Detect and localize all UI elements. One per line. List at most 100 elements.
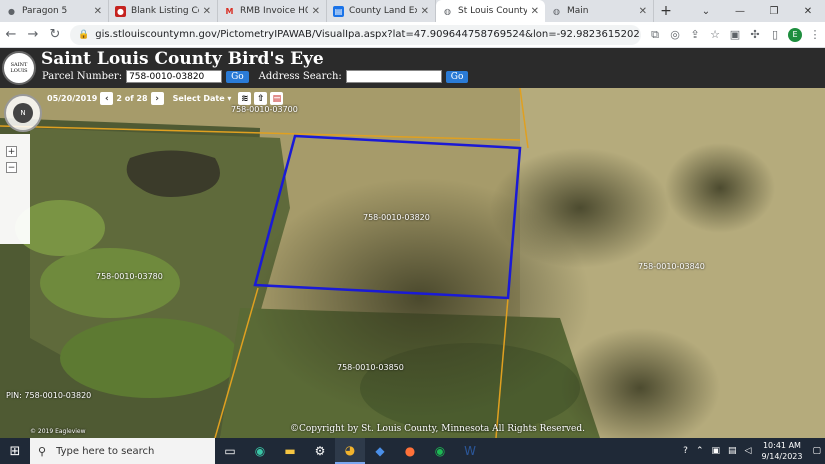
tab-blank-listing[interactable]: ● Blank Listing Contr ✕ [109,0,218,22]
parcel-label-03780: 758-0010-03780 [96,272,163,281]
minimize-icon[interactable]: — [723,0,757,22]
address-go-button[interactable]: Go [445,70,469,83]
menu-kebab-icon[interactable]: ⋮ [805,25,825,45]
record-icon: ● [115,5,126,17]
page-title: Saint Louis County Bird's Eye [41,49,324,69]
tab-label: Main [567,6,589,16]
edge-icon[interactable]: ◉ [245,438,275,464]
tray-app-icon[interactable]: ▣ [708,446,725,456]
parcel-label-03840: 758-0010-03840 [638,262,705,271]
parcel-go-button[interactable]: Go [226,70,249,83]
zoom-out-button[interactable]: − [6,162,17,173]
profile-avatar[interactable]: E [788,27,802,42]
taskbar-search[interactable]: ⚲ Type here to search [30,438,215,464]
county-logo: SAINT LOUIS [2,51,36,85]
clock-time: 10:41 AM [762,441,801,450]
notification-icon[interactable]: ▢ [808,446,825,456]
compass-control[interactable]: N [4,94,42,132]
search-icon: ⚲ [38,444,47,458]
tab-rmb-invoice[interactable]: M RMB Invoice H011 ✕ [218,0,327,22]
search-placeholder: Type here to search [56,445,155,457]
file-explorer-icon[interactable]: ▬ [275,438,305,464]
tab-label: St Louis County [458,6,527,16]
tab-label: RMB Invoice H011 [240,6,308,16]
task-view-icon[interactable]: ▭ [215,438,245,464]
volume-icon[interactable]: ◁ [741,446,756,456]
settings-gear-icon[interactable]: ⚙ [305,438,335,464]
restore-icon[interactable]: ❐ [757,0,791,22]
extensions-puzzle-icon[interactable]: ✣ [745,25,765,45]
search-row: Parcel Number: Go Address Search: Go [42,70,478,83]
address-bar[interactable]: 🔒 gis.stlouiscountymn.gov/PictometryIPAW… [70,24,641,45]
chevron-down-icon[interactable]: ⌄ [689,0,723,22]
address-label: Address Search: [258,71,342,82]
compass-north-icon: N [13,103,33,123]
parcel-label-03820: 758-0010-03820 [363,213,430,222]
extension-badge-icon[interactable]: ▣ [725,25,745,45]
close-icon[interactable]: ✕ [421,6,429,17]
close-icon[interactable]: ✕ [531,6,539,17]
tab-label: County Land Explo [349,6,417,16]
reload-icon[interactable]: ↻ [44,24,66,46]
map-side-panel: + − [0,134,30,244]
parcel-number-input[interactable] [126,70,223,83]
aerial-map[interactable]: + − N 05/20/2019 ‹ 2 of 28 › Select Date… [0,88,825,438]
window-controls: ⌄ — ❐ ✕ [689,0,825,22]
new-tab-button[interactable]: + [654,0,678,22]
bookmark-star-icon[interactable]: ☆ [705,25,725,45]
map-icon: ▤ [333,5,344,17]
tab-label: Blank Listing Contr [131,6,199,16]
upload-icon[interactable]: ⇧ [254,92,268,105]
system-tray: ? ⌃ ▣ ▤ ◁ 10:41 AM 9/14/2023 ▢ [679,438,825,464]
close-icon[interactable]: ✕ [312,6,320,17]
paragon-icon: ● [8,6,15,16]
tab-county-land[interactable]: ▤ County Land Explo ✕ [327,0,436,22]
globe-icon: ◍ [553,6,560,16]
network-icon[interactable]: ▤ [724,446,741,456]
parcel-label-03850: 758-0010-03850 [337,363,404,372]
url-text: gis.stlouiscountymn.gov/PictometryIPAWAB… [95,29,641,40]
close-window-icon[interactable]: ✕ [791,0,825,22]
close-icon[interactable]: ✕ [94,6,102,17]
tab-st-louis-county[interactable]: ◍ St Louis County ✕ [436,0,545,22]
copyright-notice: ©Copyright by St. Louis County, Minnesot… [290,424,585,434]
lock-icon: 🔒 [78,29,90,40]
imagery-provider: © 2019 Eagleview [30,428,86,435]
zoom-in-button[interactable]: + [6,146,17,157]
select-date-dropdown[interactable]: Select Date ▾ [173,94,232,103]
sidebar-icon[interactable]: ▯ [765,25,785,45]
map-toolbar: 05/20/2019 ‹ 2 of 28 › Select Date ▾ ≋ ⇧… [47,92,284,105]
layers-icon[interactable]: ≋ [238,92,252,105]
open-in-app-icon[interactable]: ⧉ [645,25,665,45]
address-search-input[interactable] [345,70,442,83]
word-icon[interactable]: W [455,438,485,464]
help-icon[interactable]: ? [679,446,692,456]
pdf-icon[interactable]: ▤ [270,92,284,105]
windows-start-icon[interactable]: ⊞ [0,438,30,464]
chrome-icon[interactable]: ◕ [335,438,365,464]
share-icon[interactable]: ⇪ [685,25,705,45]
browser-tab-strip: ● Paragon 5 ✕ ● Blank Listing Contr ✕ M … [0,0,825,22]
tab-paragon[interactable]: ● Paragon 5 ✕ [0,0,109,22]
eye-off-icon[interactable]: ◎ [665,25,685,45]
gmail-icon: M [225,6,234,16]
next-image-button[interactable]: › [150,92,164,105]
browser-toolbar: ← → ↻ 🔒 gis.stlouiscountymn.gov/Pictomet… [0,22,825,48]
image-page: 2 of 28 [116,94,148,103]
app-blue-icon[interactable]: ◆ [365,438,395,464]
close-icon[interactable]: ✕ [203,6,211,17]
chevron-up-icon[interactable]: ⌃ [692,446,708,456]
tab-label: Paragon 5 [22,6,68,16]
firefox-icon[interactable]: ● [395,438,425,464]
spotify-icon[interactable]: ◉ [425,438,455,464]
previous-image-button[interactable]: ‹ [100,92,114,105]
back-icon[interactable]: ← [0,24,22,46]
parcel-label: Parcel Number: [42,71,123,82]
clock-date: 9/14/2023 [761,452,803,461]
tab-main[interactable]: ◍ Main ✕ [545,0,654,22]
forward-icon[interactable]: → [22,24,44,46]
globe-icon: ◍ [444,6,451,16]
windows-taskbar: ⊞ ⚲ Type here to search ▭ ◉ ▬ ⚙ ◕ ◆ ● ◉ … [0,438,825,464]
clock[interactable]: 10:41 AM 9/14/2023 [755,440,808,462]
close-icon[interactable]: ✕ [639,6,647,17]
